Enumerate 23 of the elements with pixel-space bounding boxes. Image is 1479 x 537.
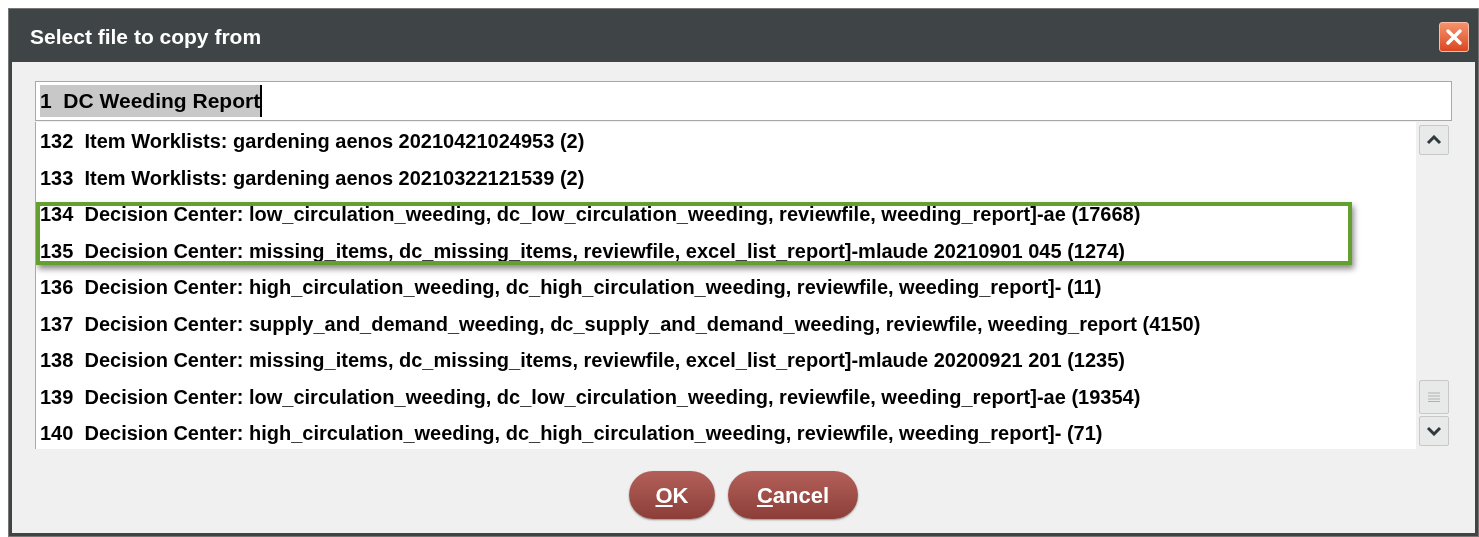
ok-button[interactable]: OK xyxy=(629,471,715,519)
list-item[interactable]: 138 Decision Center: missing_items, dc_missing_items, reviewfile, excel_list_report]-mlaude 20200921 201 (1235) xyxy=(36,342,1416,379)
field-text: 1 DC Weeding Report xyxy=(40,85,263,117)
list-item[interactable]: 135 Decision Center: missing_items, dc_missing_items, reviewfile, excel_list_report]-mlaude 20210901 045 (1274) xyxy=(36,232,1416,269)
close-icon xyxy=(1445,28,1463,46)
list-item[interactable]: 139 Decision Center: low_circulation_weeding, dc_low_circulation_weeding, reviewfile, weeding_report]-ae (19354) xyxy=(36,378,1416,415)
scroll-thumb[interactable] xyxy=(1419,380,1449,414)
list-item[interactable]: 140 Decision Center: high_circulation_weeding, dc_high_circulation_weeding, reviewfile, weeding_report]- (71) xyxy=(36,415,1416,449)
list-item[interactable]: 136 Decision Center: high_circulation_weeding, dc_high_circulation_weeding, reviewfile, weeding_report]- (11) xyxy=(36,269,1416,306)
list-item[interactable]: 133 Item Worklists: gardening aenos 20210322121539 (2) xyxy=(36,159,1416,196)
close-button[interactable] xyxy=(1439,22,1469,52)
list-item[interactable]: 132 Item Worklists: gardening aenos 20210421024953 (2) xyxy=(36,123,1416,160)
list-item[interactable]: 137 Decision Center: supply_and_demand_weeding, dc_supply_and_demand_weeding, reviewfile, weeding_report (4150) xyxy=(36,305,1416,342)
list-item[interactable]: 134 Decision Center: low_circulation_weeding, dc_low_circulation_weeding, reviewfile, weeding_report]-ae (17668) xyxy=(36,196,1416,233)
scroll-down-button[interactable] xyxy=(1419,416,1449,446)
window-title: Select file to copy from xyxy=(30,24,262,51)
grip-icon xyxy=(1428,392,1440,402)
input-field[interactable]: 1 DC Weeding Report xyxy=(35,81,1452,121)
chevron-up-icon xyxy=(1426,135,1442,145)
cancel-button[interactable]: Cancel xyxy=(728,471,858,519)
scrollbar[interactable] xyxy=(1416,122,1452,449)
scroll-up-button[interactable] xyxy=(1419,125,1449,155)
chevron-down-icon xyxy=(1426,426,1442,436)
